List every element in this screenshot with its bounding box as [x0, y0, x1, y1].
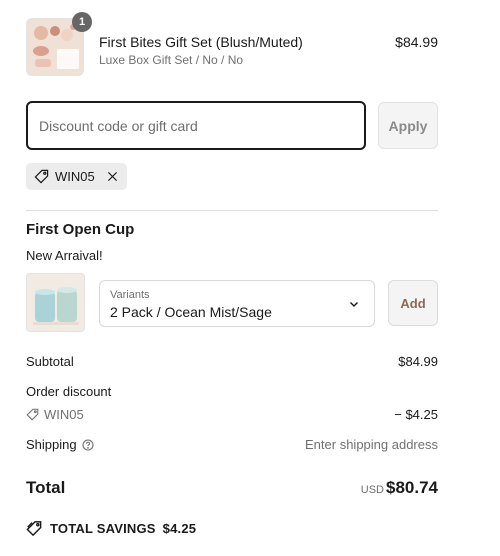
- cart-line-item: 1 First Bites Gift Set (Blush/Muted) Lux…: [26, 12, 438, 80]
- upsell-thumbnail: [26, 273, 85, 332]
- item-variant: Luxe Box Gift Set / No / No: [99, 53, 244, 67]
- savings-tag-icon: [26, 520, 43, 537]
- total-currency: USD: [360, 484, 384, 496]
- applied-code-label: WIN05: [55, 169, 95, 184]
- variant-selected-value: 2 Pack / Ocean Mist/Sage: [110, 304, 272, 320]
- discount-code-input[interactable]: [26, 101, 366, 150]
- shipping-label: Shipping: [26, 437, 77, 452]
- variant-field-label: Variants: [110, 289, 150, 301]
- upsell-subtitle: New Arraival!: [26, 248, 103, 263]
- variant-select[interactable]: Variants 2 Pack / Ocean Mist/Sage: [99, 280, 375, 327]
- apply-button[interactable]: Apply: [378, 102, 438, 149]
- order-discount-label: Order discount: [26, 384, 112, 399]
- shipping-row: Shipping: [26, 437, 94, 452]
- discount-code-text: WIN05: [44, 407, 84, 422]
- add-upsell-button[interactable]: Add: [388, 280, 438, 326]
- shipping-value: Enter shipping address: [305, 437, 438, 452]
- quantity-badge: 1: [72, 12, 92, 32]
- item-name: First Bites Gift Set (Blush/Muted): [99, 34, 303, 50]
- total-amount: $80.74: [386, 478, 438, 497]
- applied-discount-chip: WIN05: [26, 163, 127, 190]
- tag-icon: [26, 408, 39, 421]
- savings-label: TOTAL SAVINGS: [50, 521, 156, 536]
- total-savings: TOTAL SAVINGS $4.25: [26, 520, 196, 537]
- discount-code-row: WIN05: [26, 407, 84, 422]
- help-icon[interactable]: [82, 438, 94, 451]
- savings-value: $4.25: [162, 521, 197, 536]
- total-label: Total: [26, 478, 66, 497]
- subtotal-value: $84.99: [398, 354, 438, 369]
- subtotal-label: Subtotal: [26, 354, 74, 369]
- cups-product-image: [27, 274, 84, 331]
- section-divider: [26, 210, 438, 211]
- item-price: $84.99: [395, 34, 438, 50]
- discount-value: − $4.25: [394, 407, 438, 422]
- chevron-down-icon: [350, 302, 358, 307]
- upsell-title: First Open Cup: [26, 221, 135, 238]
- remove-code-icon[interactable]: [107, 171, 118, 182]
- tag-icon: [34, 169, 49, 184]
